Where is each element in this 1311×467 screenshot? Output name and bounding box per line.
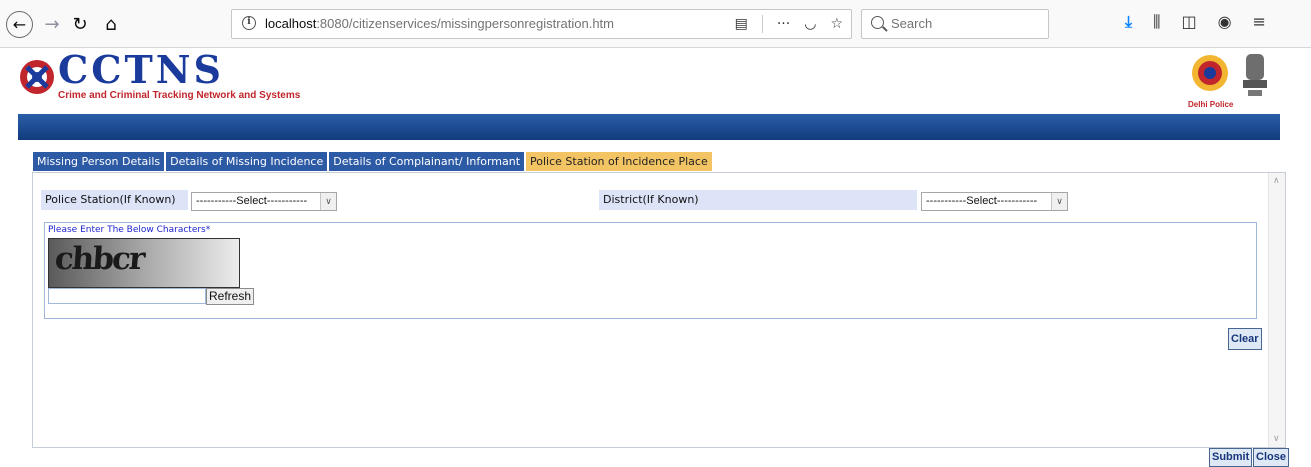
search-icon — [871, 16, 884, 29]
logo-subtitle: Crime and Criminal Tracking Network and … — [58, 90, 301, 101]
toolbar-right: ⤓ ⫼ ◫ ◉ ≡ — [1125, 12, 1266, 32]
logo-title: CCTNS — [58, 47, 224, 92]
chevron-down-icon: ∨ — [320, 193, 336, 210]
url-text[interactable]: localhost:8080/citizenservices/missingpe… — [265, 16, 614, 31]
captcha-input[interactable] — [48, 288, 206, 304]
url-host: localhost — [265, 16, 317, 31]
separator — [761, 15, 763, 33]
url-actions: ▤ ··· ◡ ☆ — [735, 15, 843, 33]
refresh-button[interactable]: Refresh — [206, 288, 255, 305]
district-value: -----------Select----------- — [926, 195, 1038, 207]
sidebar-icon[interactable]: ◫ — [1181, 12, 1196, 32]
captcha-image: chbcr — [48, 238, 240, 288]
submit-button[interactable]: Submit — [1209, 448, 1253, 467]
vertical-scrollbar[interactable]: ∧ ∨ — [1268, 173, 1285, 447]
district-label: District(If Known) — [599, 190, 917, 210]
browser-toolbar: ← → ↻ ⌂ i localhost:8080/citizenservices… — [0, 0, 1311, 48]
close-button[interactable]: Close — [1253, 448, 1289, 467]
home-icon[interactable]: ⌂ — [99, 12, 123, 36]
tab-police-station[interactable]: Police Station of Incidence Place — [526, 152, 712, 171]
info-icon[interactable]: i — [242, 16, 256, 30]
search-placeholder: Search — [891, 16, 933, 31]
address-bar[interactable]: i localhost:8080/citizenservices/missing… — [231, 9, 852, 39]
library-icon[interactable]: ⫼ — [1153, 12, 1160, 32]
tab-details-of-complainant[interactable]: Details of Complainant/ Informant — [329, 152, 525, 171]
forward-arrow-icon[interactable]: → — [40, 12, 64, 36]
account-icon[interactable]: ◉ — [1218, 12, 1232, 32]
download-icon[interactable]: ⤓ — [1125, 12, 1132, 32]
scroll-down-icon[interactable]: ∨ — [1273, 434, 1280, 444]
police-station-value: -----------Select----------- — [196, 195, 308, 207]
district-select[interactable]: -----------Select----------- ∨ — [921, 192, 1068, 211]
scroll-up-icon[interactable]: ∧ — [1273, 176, 1280, 186]
police-station-select[interactable]: -----------Select----------- ∨ — [191, 192, 337, 211]
tab-details-of-missing-incidence[interactable]: Details of Missing Incidence — [166, 152, 328, 171]
captcha-label: Please Enter The Below Characters* — [48, 225, 211, 235]
more-actions-icon[interactable]: ··· — [777, 16, 790, 32]
cctns-logo-icon — [20, 60, 54, 94]
back-arrow-icon[interactable]: ← — [6, 11, 33, 38]
ashoka-emblem-icon — [1243, 54, 1267, 96]
search-bar[interactable]: Search — [861, 9, 1049, 39]
tab-missing-person-details[interactable]: Missing Person Details — [33, 152, 165, 171]
menu-icon[interactable]: ≡ — [1253, 12, 1266, 32]
captcha-section: Please Enter The Below Characters* chbcr… — [44, 222, 1257, 319]
form-panel: Police Station(If Known) -----------Sele… — [32, 172, 1286, 448]
bookmark-star-icon[interactable]: ☆ — [830, 16, 843, 32]
tab-bar: Missing Person Details Details of Missin… — [33, 152, 712, 171]
police-station-label: Police Station(If Known) — [41, 190, 188, 210]
url-path: :8080/citizenservices/missingpersonregis… — [316, 16, 614, 31]
chevron-down-icon: ∨ — [1051, 193, 1067, 210]
delhi-police-text: Delhi Police — [1188, 100, 1234, 109]
captcha-text: chbcr — [53, 241, 145, 277]
reader-view-icon[interactable]: ▤ — [735, 16, 748, 32]
reload-icon[interactable]: ↻ — [68, 12, 92, 36]
clear-button[interactable]: Clear — [1228, 328, 1262, 350]
pocket-icon[interactable]: ◡ — [804, 16, 816, 32]
header-band — [18, 114, 1280, 140]
delhi-police-badge-icon — [1192, 55, 1228, 91]
